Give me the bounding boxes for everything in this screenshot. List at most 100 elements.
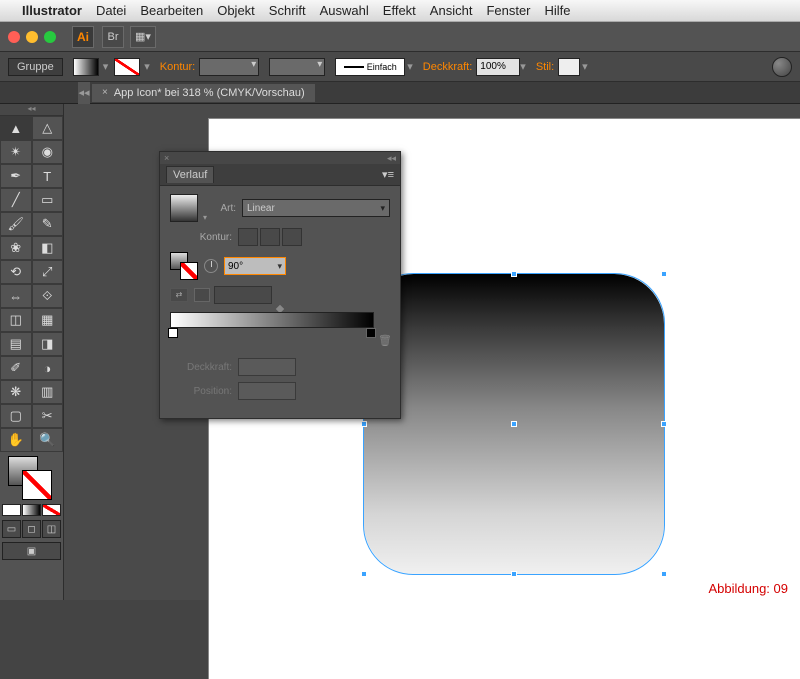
gradient-tool-icon[interactable]: ◨ <box>32 332 64 356</box>
color-mode-row <box>0 502 63 518</box>
change-screen-mode-icon[interactable]: ▣ <box>2 542 61 560</box>
minimize-icon[interactable] <box>26 31 38 43</box>
scale-tool-icon[interactable]: ⤢ <box>32 260 64 284</box>
toolbox: ◂◂ ▲ △ ✴ ◉ ✒ T ╱ ▭ 🖌 ✎ ❀ ◧ ⟲ ⤢ ⇔ ⟐ ◫ ▦ ▤… <box>0 104 64 600</box>
view-mode-row: ▣ <box>0 540 63 562</box>
menu-datei[interactable]: Datei <box>96 3 126 18</box>
color-mode-solid-icon[interactable] <box>2 504 21 516</box>
angle-icon <box>204 259 218 273</box>
gradient-stop-white[interactable] <box>168 328 178 342</box>
app-name[interactable]: Illustrator <box>22 3 82 18</box>
mesh-tool-icon[interactable]: ▤ <box>0 332 32 356</box>
stop-opacity-label: Deckkraft: <box>170 362 232 373</box>
draw-behind-icon[interactable]: ◻ <box>22 520 41 538</box>
color-mode-none-icon[interactable] <box>42 504 61 516</box>
aspect-ratio-input[interactable] <box>214 286 272 304</box>
blend-tool-icon[interactable]: ◑ <box>32 356 64 380</box>
canvas-area[interactable]: Abbildung: 09 ×◂◂ Verlauf ▾≡ Art: Linear… <box>64 104 800 600</box>
menu-ansicht[interactable]: Ansicht <box>430 3 473 18</box>
selection-tool-icon[interactable]: ▲ <box>0 116 32 140</box>
bridge-button[interactable]: Br <box>102 26 124 48</box>
os-menu-bar: Illustrator Datei Bearbeiten Objekt Schr… <box>0 0 800 22</box>
menu-hilfe[interactable]: Hilfe <box>545 3 571 18</box>
perspective-tool-icon[interactable]: ▦ <box>32 308 64 332</box>
figure-caption: Abbildung: 09 <box>708 581 788 596</box>
opacity-label: Deckkraft: <box>423 61 473 73</box>
color-mode-gradient-icon[interactable] <box>22 504 41 516</box>
gradient-ramp[interactable] <box>170 312 374 328</box>
brush-def-dropdown[interactable]: Einfach <box>335 58 405 76</box>
panel-grip[interactable]: ×◂◂ <box>160 152 400 164</box>
menu-effekt[interactable]: Effekt <box>383 3 416 18</box>
angle-input[interactable]: 90° <box>224 257 286 275</box>
stroke-swatch[interactable] <box>114 58 140 76</box>
stop-opacity-input[interactable] <box>238 358 296 376</box>
slice-tool-icon[interactable]: ✂ <box>32 404 64 428</box>
type-tool-icon[interactable]: T <box>32 164 64 188</box>
zoom-tool-icon[interactable]: 🔍 <box>32 428 64 452</box>
kontur-label: Kontur: <box>160 61 195 73</box>
rectangle-tool-icon[interactable]: ▭ <box>32 188 64 212</box>
hand-tool-icon[interactable]: ✋ <box>0 428 32 452</box>
fill-stroke-control[interactable] <box>0 452 63 502</box>
gradient-preview-swatch[interactable] <box>170 194 198 222</box>
line-tool-icon[interactable]: ╱ <box>0 188 32 212</box>
stroke-indicator[interactable] <box>22 470 52 500</box>
direct-selection-tool-icon[interactable]: △ <box>32 116 64 140</box>
fill-stroke-mini[interactable] <box>170 252 198 280</box>
gradient-type-dropdown[interactable]: Linear <box>242 199 390 217</box>
stroke-align-3-icon[interactable] <box>282 228 302 246</box>
width-tool-icon[interactable]: ⇔ <box>0 284 32 308</box>
menu-auswahl[interactable]: Auswahl <box>320 3 369 18</box>
menu-schrift[interactable]: Schrift <box>269 3 306 18</box>
close-tab-icon[interactable]: × <box>102 87 108 98</box>
toolbox-grip[interactable]: ◂◂ <box>0 104 63 116</box>
stroke-align-2-icon[interactable] <box>260 228 280 246</box>
document-tab[interactable]: × App Icon* bei 318 % (CMYK/Vorschau) <box>92 84 315 102</box>
draw-inside-icon[interactable]: ◫ <box>42 520 61 538</box>
gradient-panel[interactable]: ×◂◂ Verlauf ▾≡ Art: Linear Kontur: 90° <box>159 151 401 419</box>
menu-bearbeiten[interactable]: Bearbeiten <box>140 3 203 18</box>
arrange-docs-button[interactable]: ▦▾ <box>130 26 156 48</box>
blob-brush-tool-icon[interactable]: ❀ <box>0 236 32 260</box>
eraser-tool-icon[interactable]: ◧ <box>32 236 64 260</box>
menu-objekt[interactable]: Objekt <box>217 3 255 18</box>
doc-setup-icon[interactable] <box>772 57 792 77</box>
gradient-stop-black[interactable] <box>366 328 376 342</box>
artboard-tool-icon[interactable]: ▢ <box>0 404 32 428</box>
zoom-icon[interactable] <box>44 31 56 43</box>
free-transform-tool-icon[interactable]: ⟐ <box>32 284 64 308</box>
shape-builder-tool-icon[interactable]: ◫ <box>0 308 32 332</box>
eyedropper-tool-icon[interactable]: ✐ <box>0 356 32 380</box>
panel-flyout-icon[interactable]: ◂◂ <box>78 82 90 104</box>
panel-title[interactable]: Verlauf <box>166 166 214 183</box>
stroke-align-1-icon[interactable] <box>238 228 258 246</box>
app-logo: Ai <box>72 26 94 48</box>
graph-tool-icon[interactable]: ▥ <box>32 380 64 404</box>
pen-tool-icon[interactable]: ✒ <box>0 164 32 188</box>
lasso-tool-icon[interactable]: ◉ <box>32 140 64 164</box>
aspect-ratio-icon <box>194 288 210 302</box>
graphic-style-swatch[interactable] <box>558 58 580 76</box>
panel-menu-icon[interactable]: ▾≡ <box>382 168 394 181</box>
pencil-tool-icon[interactable]: ✎ <box>32 212 64 236</box>
reverse-gradient-icon[interactable]: ⇄ <box>170 288 188 302</box>
stop-position-input[interactable] <box>238 382 296 400</box>
stroke-weight-dropdown[interactable] <box>199 58 259 76</box>
opacity-input[interactable]: 100% <box>476 58 520 76</box>
rotate-tool-icon[interactable]: ⟲ <box>0 260 32 284</box>
rounded-rect-shape[interactable] <box>364 274 664 574</box>
symbol-sprayer-tool-icon[interactable]: ❋ <box>0 380 32 404</box>
var-width-dropdown[interactable] <box>269 58 325 76</box>
delete-stop-icon[interactable]: 🗑 <box>378 334 392 347</box>
paintbrush-tool-icon[interactable]: 🖌 <box>0 212 32 236</box>
fill-swatch[interactable] <box>73 58 99 76</box>
selection-type-label: Gruppe <box>8 58 63 76</box>
document-tab-bar: ◂◂ × App Icon* bei 318 % (CMYK/Vorschau) <box>0 82 800 104</box>
menu-fenster[interactable]: Fenster <box>486 3 530 18</box>
stroke-label: Kontur: <box>170 232 232 243</box>
close-icon[interactable] <box>8 31 20 43</box>
magic-wand-tool-icon[interactable]: ✴ <box>0 140 32 164</box>
draw-mode-icon[interactable]: ▭ <box>2 520 21 538</box>
traffic-lights <box>8 31 56 43</box>
